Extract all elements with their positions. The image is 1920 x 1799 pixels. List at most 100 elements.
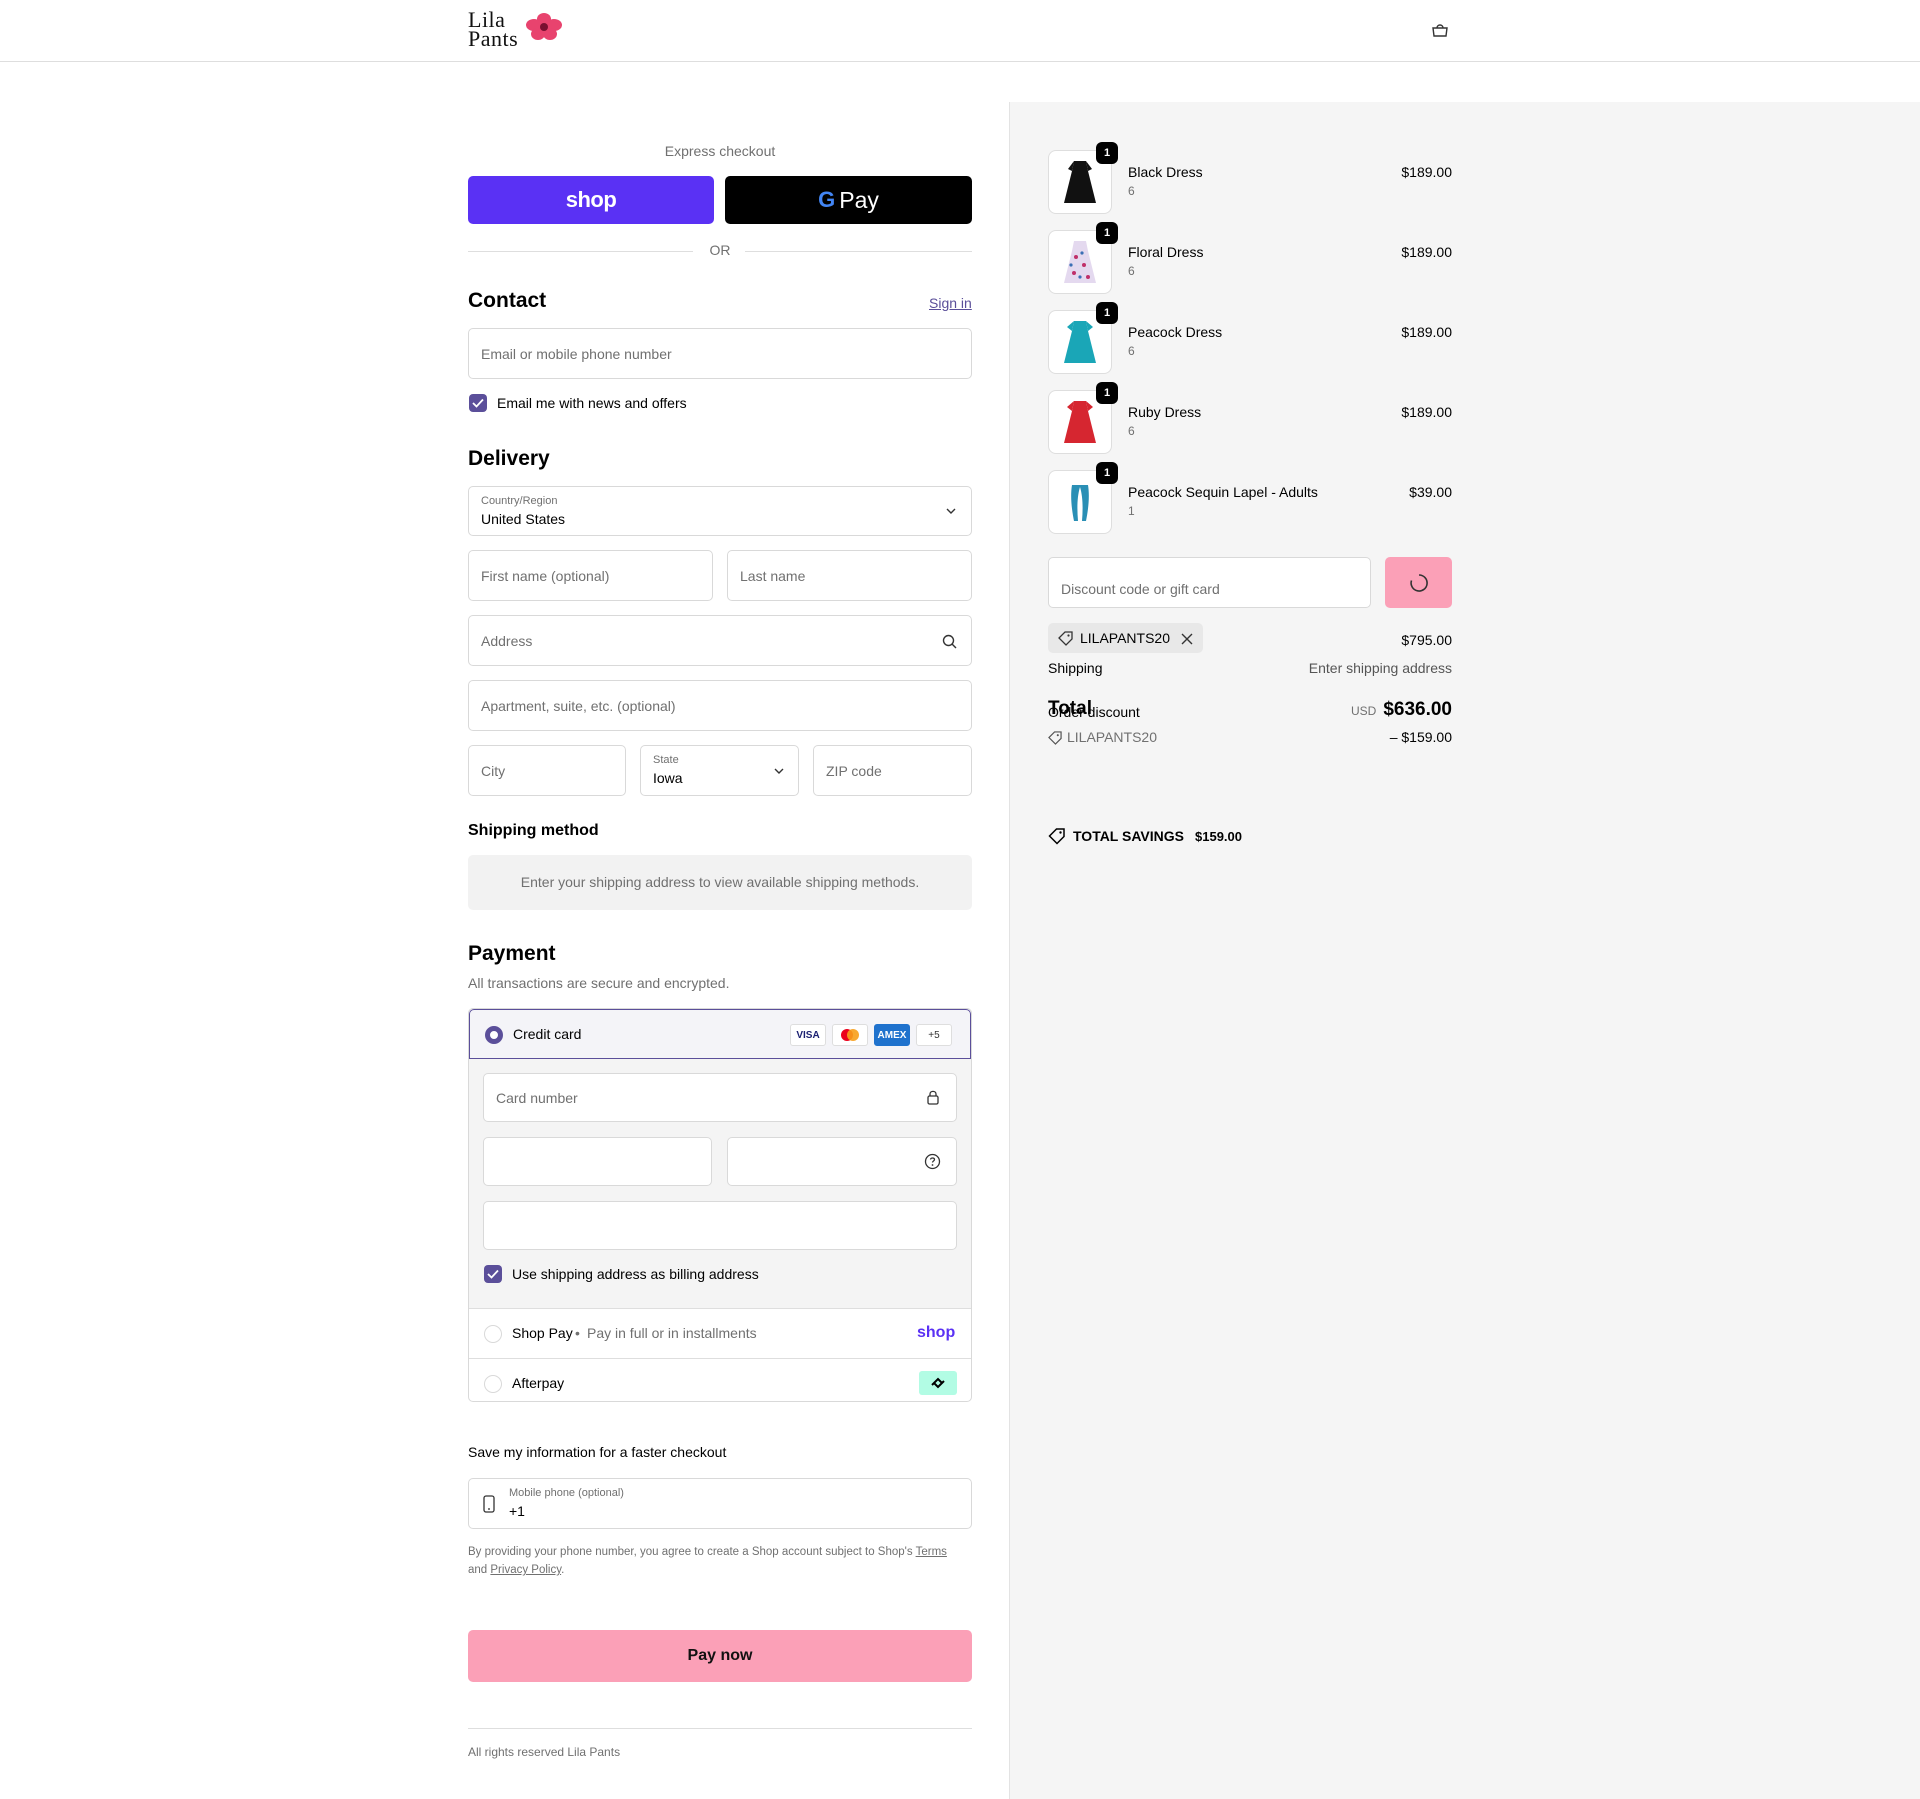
first-name-placeholder: First name (optional) <box>481 568 610 584</box>
shop-terms-text: By providing your phone number, you agre… <box>468 1543 972 1579</box>
savings-tag-icon <box>1048 828 1065 845</box>
terms-link[interactable]: Terms <box>916 1546 947 1558</box>
item-price: $189.00 <box>1401 324 1452 340</box>
discount-placeholder: Discount code or gift card <box>1061 581 1220 597</box>
order-item: 1 Peacock Dress 6 $189.00 <box>1048 302 1452 374</box>
check-icon <box>472 398 484 408</box>
applied-code: LILAPANTS20 <box>1080 630 1171 646</box>
total-savings-label: TOTAL SAVINGS <box>1073 828 1184 844</box>
news-checkbox[interactable] <box>469 394 487 412</box>
quantity-badge: 1 <box>1096 142 1118 164</box>
footer-text: All rights reserved Lila Pants <box>468 1745 621 1759</box>
shop-pay-option[interactable]: Shop Pay • Pay in full or in installment… <box>469 1309 971 1359</box>
bullet-separator: • <box>575 1325 580 1341</box>
order-item: 1 Peacock Sequin Lapel - Adults 1 $39.00 <box>1048 462 1452 534</box>
first-name-field[interactable]: First name (optional) <box>468 550 713 601</box>
item-price: $39.00 <box>1409 484 1452 500</box>
header: Lila Pants <box>0 0 1920 62</box>
terms-prefix: By providing your phone number, you agre… <box>468 1546 913 1558</box>
bag-icon[interactable] <box>1430 22 1450 40</box>
quantity-badge: 1 <box>1096 222 1118 244</box>
footer-divider <box>468 1728 972 1729</box>
expiry-field[interactable] <box>483 1137 712 1186</box>
shop-pay-logo: shop <box>917 1324 956 1341</box>
close-icon[interactable] <box>1181 633 1193 645</box>
search-icon <box>942 634 957 649</box>
brand-logo[interactable]: Lila Pants <box>468 9 568 52</box>
shipping-method-title: Shipping method <box>468 822 599 839</box>
afterpay-logo-icon <box>919 1371 957 1395</box>
item-name: Ruby Dress <box>1128 404 1202 420</box>
item-variant: 6 <box>1128 184 1135 198</box>
billing-checkbox[interactable] <box>484 1265 502 1283</box>
payment-title: Payment <box>468 942 556 965</box>
google-pay-label: Pay <box>839 186 879 213</box>
tag-icon <box>1058 631 1073 646</box>
item-name: Black Dress <box>1128 164 1203 180</box>
afterpay-label: Afterpay <box>512 1375 565 1391</box>
tag-icon <box>1048 731 1062 745</box>
card-number-placeholder: Card number <box>496 1090 578 1106</box>
afterpay-option[interactable]: Afterpay <box>469 1359 971 1401</box>
google-g-icon: G <box>818 187 836 212</box>
sign-in-link[interactable]: Sign in <box>929 295 972 311</box>
item-price: $189.00 <box>1401 404 1452 420</box>
country-label: Country/Region <box>481 495 558 507</box>
item-name: Peacock Sequin Lapel - Adults <box>1128 484 1318 500</box>
apartment-placeholder: Apartment, suite, etc. (optional) <box>481 698 676 714</box>
apply-discount-button[interactable] <box>1385 557 1452 608</box>
state-label: State <box>653 754 679 766</box>
visa-icon: VISA <box>790 1024 826 1046</box>
order-item: 1 Floral Dress 6 $189.00 <box>1048 222 1452 294</box>
discount-code-field[interactable]: Discount code or gift card <box>1048 557 1371 608</box>
quantity-badge: 1 <box>1096 462 1118 484</box>
address-field[interactable]: Address <box>468 615 972 666</box>
state-select[interactable]: State Iowa <box>640 745 799 796</box>
phone-icon <box>483 1495 495 1513</box>
shop-pay-radio[interactable] <box>484 1325 502 1343</box>
city-field[interactable]: City <box>468 745 626 796</box>
mobile-phone-label: Mobile phone (optional) <box>509 1487 624 1499</box>
state-value: Iowa <box>653 770 683 786</box>
city-placeholder: City <box>481 763 506 779</box>
total-savings-value: $159.00 <box>1195 829 1242 844</box>
google-pay-button[interactable]: G Pay <box>725 176 972 224</box>
payment-subtitle: All transactions are secure and encrypte… <box>468 975 730 991</box>
pay-now-button[interactable]: Pay now <box>468 1630 972 1682</box>
mobile-phone-field[interactable]: Mobile phone (optional) +1 <box>468 1478 972 1529</box>
item-price: $189.00 <box>1401 244 1452 260</box>
total-value: $636.00 <box>1383 699 1452 720</box>
item-variant: 6 <box>1128 344 1135 358</box>
more-cards-badge: +5 <box>916 1024 952 1046</box>
credit-card-label: Credit card <box>513 1026 582 1042</box>
zip-field[interactable]: ZIP code <box>813 745 972 796</box>
last-name-field[interactable]: Last name <box>727 550 972 601</box>
help-icon[interactable] <box>924 1153 941 1170</box>
security-code-field[interactable] <box>727 1137 957 1186</box>
privacy-policy-link[interactable]: Privacy Policy <box>490 1564 561 1576</box>
country-select[interactable]: Country/Region United States <box>468 486 972 536</box>
apartment-field[interactable]: Apartment, suite, etc. (optional) <box>468 680 972 731</box>
credit-card-option[interactable]: Credit card VISA AMEX +5 <box>469 1009 971 1059</box>
check-icon <box>487 1269 499 1279</box>
applied-discount-chip: LILAPANTS20 <box>1048 623 1203 653</box>
name-on-card-field[interactable] <box>483 1201 957 1250</box>
card-number-field[interactable]: Card number <box>483 1073 957 1122</box>
item-variant: 1 <box>1128 504 1135 518</box>
email-field[interactable]: Email or mobile phone number <box>468 328 972 379</box>
discount-value: – $159.00 <box>1389 729 1452 745</box>
shipping-value: Enter shipping address <box>1308 660 1452 676</box>
item-name: Floral Dress <box>1128 244 1204 260</box>
amex-icon: AMEX <box>874 1024 910 1046</box>
subtotal-value: $795.00 <box>1401 632 1452 648</box>
payment-methods: Credit card VISA AMEX +5 Card number Use… <box>468 1008 972 1402</box>
contact-title: Contact <box>468 289 547 312</box>
credit-card-radio[interactable] <box>485 1026 503 1044</box>
afterpay-radio[interactable] <box>484 1375 502 1393</box>
last-name-placeholder: Last name <box>740 568 806 584</box>
shop-pay-express-button[interactable]: shop <box>468 176 714 224</box>
credit-card-form: Card number Use shipping address as bill… <box>469 1059 971 1309</box>
total-label: Total <box>1048 698 1092 719</box>
total-currency: USD <box>1351 704 1377 718</box>
or-divider: OR <box>468 242 972 260</box>
